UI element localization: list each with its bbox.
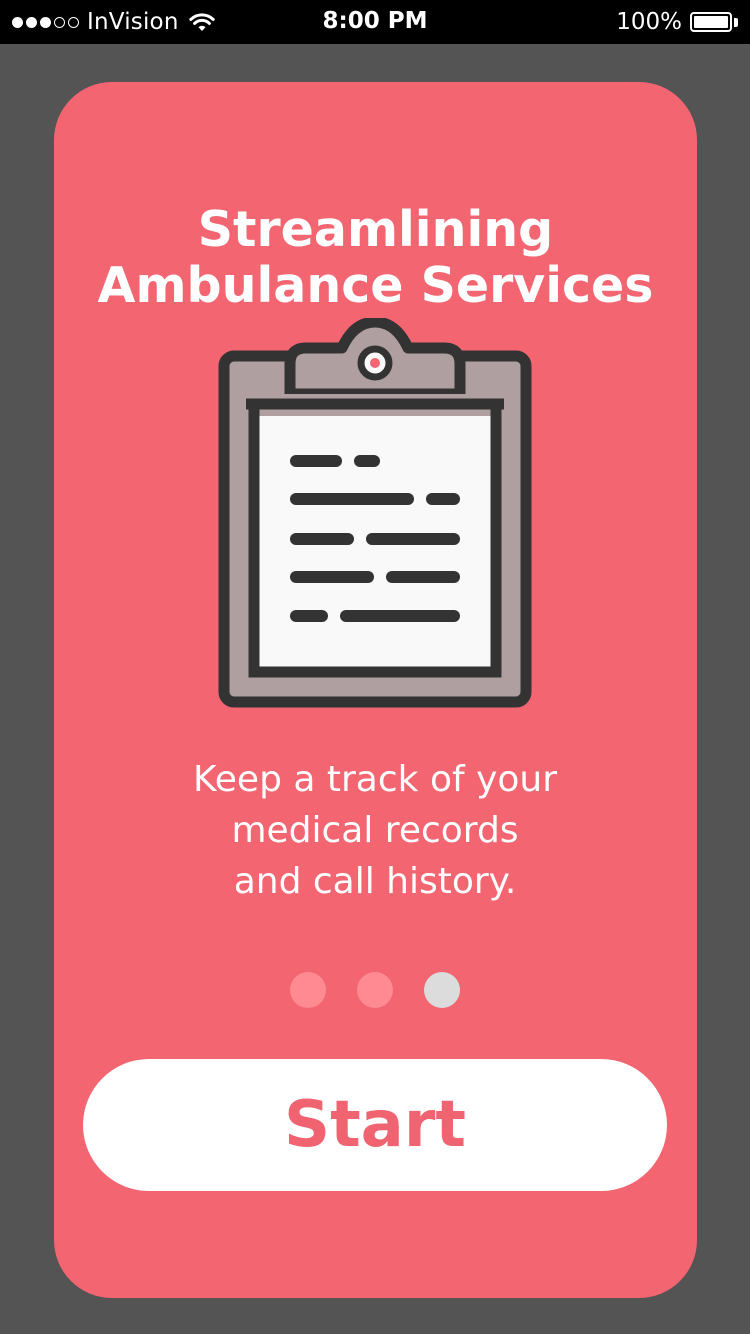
description-line: medical records bbox=[231, 810, 519, 851]
page-indicator bbox=[0, 972, 750, 1008]
status-bar: InVision 8:00 PM 100% bbox=[0, 0, 750, 44]
description-line: and call history. bbox=[233, 861, 517, 902]
start-button[interactable]: Start bbox=[83, 1059, 667, 1191]
page-dot[interactable] bbox=[357, 972, 393, 1008]
battery-tip bbox=[734, 17, 738, 27]
battery-percent: 100% bbox=[616, 9, 682, 35]
battery-icon bbox=[690, 12, 732, 32]
description-line: Keep a track of your bbox=[192, 759, 558, 800]
battery-fill bbox=[694, 16, 728, 28]
status-right: 100% bbox=[616, 8, 738, 36]
page-title: Streamlining Ambulance Services bbox=[54, 178, 697, 338]
clipboard-icon bbox=[218, 318, 532, 708]
onboarding-description: Keep a track of your medical records and… bbox=[0, 754, 750, 907]
page-dot-active[interactable] bbox=[424, 972, 460, 1008]
page-dot[interactable] bbox=[290, 972, 326, 1008]
